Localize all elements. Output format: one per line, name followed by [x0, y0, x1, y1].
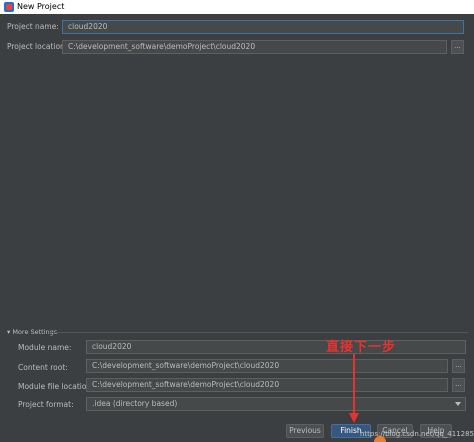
content-root-label: Content root: [18, 363, 68, 372]
project-location-browse-button[interactable]: ... [451, 40, 464, 54]
project-location-label: Project location: [7, 42, 68, 51]
module-file-location-label: Module file location: [18, 382, 94, 391]
project-format-label: Project format: [18, 400, 74, 409]
annotation-text: 直接下一步 [326, 340, 397, 355]
module-name-label: Module name: [18, 343, 72, 352]
module-file-location-input[interactable]: C:\development_software\demoProject\clou… [86, 378, 448, 392]
watermark-text: https://blog.csdn.net/qq_41128540 [360, 430, 474, 438]
annotation-arrow-line [353, 354, 355, 416]
previous-button[interactable]: Previous [286, 424, 324, 438]
annotation-arrow-head-icon [349, 413, 359, 423]
chevron-down-icon [455, 402, 461, 406]
window-title: New Project [17, 2, 65, 11]
more-settings-divider [50, 332, 468, 333]
module-file-location-browse-button[interactable]: ... [452, 378, 465, 392]
content-root-browse-button[interactable]: ... [452, 359, 465, 373]
project-location-input[interactable]: C:\development_software\demoProject\clou… [62, 40, 447, 54]
intellij-app-icon [4, 2, 14, 12]
title-bar: New Project [0, 0, 474, 14]
content-root-input[interactable]: C:\development_software\demoProject\clou… [86, 359, 448, 373]
module-name-input[interactable]: cloud2020 [86, 340, 466, 354]
project-name-input[interactable]: cloud2020 [62, 20, 464, 34]
project-format-select[interactable]: .idea (directory based) [86, 397, 466, 411]
project-name-label: Project name: [7, 22, 59, 31]
project-format-value: .idea (directory based) [92, 399, 178, 408]
